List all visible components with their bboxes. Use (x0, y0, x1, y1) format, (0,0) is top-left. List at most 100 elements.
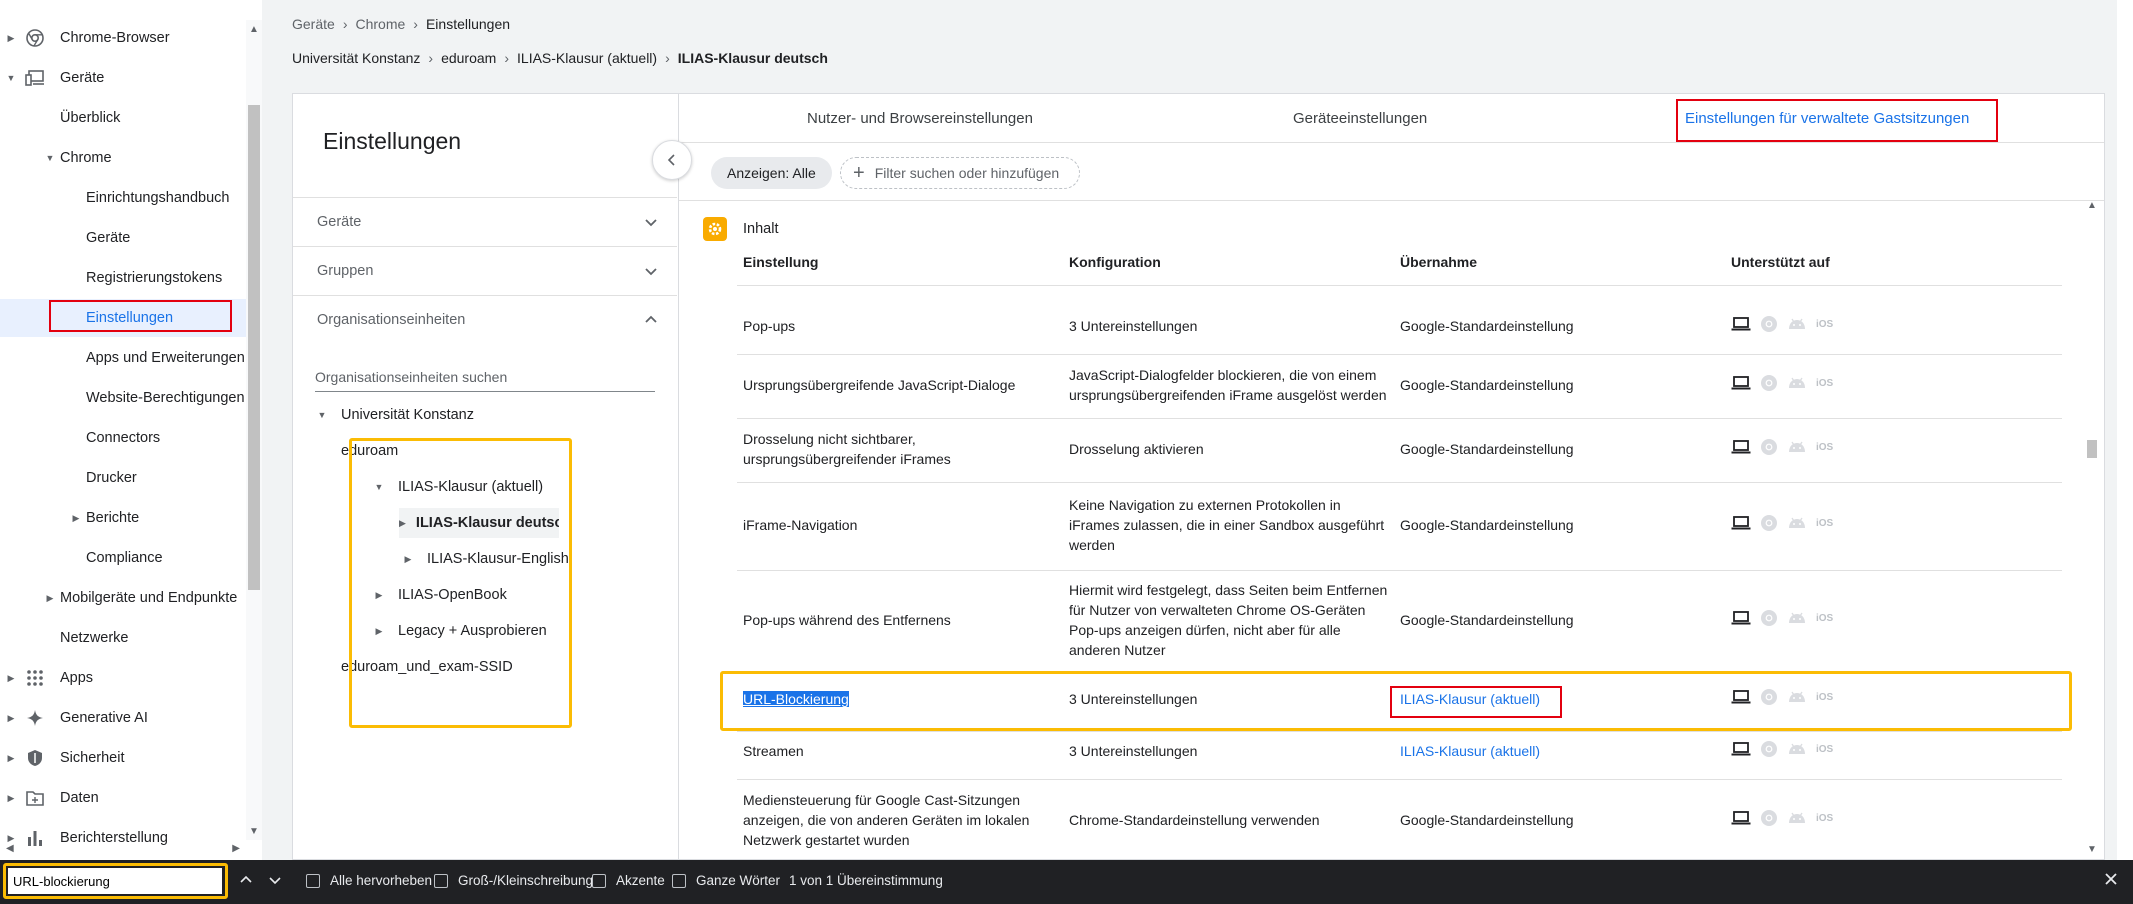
scroll-up-icon[interactable]: ▲ (248, 24, 260, 35)
nav-registration-tokens[interactable]: Registrierungstokens (0, 259, 246, 297)
android-icon (1787, 317, 1807, 331)
tab-device[interactable]: Geräteeinstellungen (1293, 94, 1427, 142)
settings-scrollbar[interactable]: ▲ ▼ (2084, 200, 2100, 858)
ios-icon: iOS (1816, 377, 1834, 389)
tree-item-university[interactable]: ▼ Universität Konstanz (313, 400, 474, 430)
page-scrollbar[interactable] (2117, 0, 2133, 860)
expand-caret-icon[interactable]: ▶ (71, 513, 81, 524)
inheritance-value: Google-Standardeinstellung (1400, 318, 1574, 334)
setting-name[interactable]: Mediensteuerung für Google Cast-Sitzunge… (743, 790, 1053, 850)
expand-caret-icon[interactable]: ▶ (6, 793, 16, 804)
collapse-caret-icon[interactable]: ▼ (313, 410, 331, 420)
collapse-panel-button[interactable] (652, 140, 692, 180)
column-header-config: Konfiguration (1069, 254, 1161, 270)
match-case-checkbox[interactable]: Groß-/Kleinschreibung (434, 873, 593, 888)
nav-networks[interactable]: Netzwerke (0, 619, 246, 657)
scroll-right-icon[interactable]: ▶ (232, 843, 240, 854)
panel-title: Einstellungen (323, 128, 462, 154)
filter-chip[interactable]: Anzeigen: Alle (711, 157, 832, 189)
collapse-caret-icon[interactable]: ▼ (6, 73, 16, 83)
scroll-down-icon[interactable]: ▼ (248, 826, 260, 837)
setting-name[interactable]: Pop-ups (743, 316, 1053, 336)
find-previous-button[interactable] (238, 872, 254, 888)
content-gear-icon (703, 217, 727, 241)
shield-icon (24, 747, 46, 769)
nav-overview[interactable]: Überblick (0, 99, 246, 137)
expand-caret-icon[interactable]: ▶ (6, 753, 16, 764)
scroll-up-icon[interactable]: ▲ (2086, 200, 2098, 211)
nav-label: Registrierungstokens (86, 270, 223, 286)
sidebar-horizontal-scrollbar[interactable]: ◀ ▶ (0, 836, 246, 860)
org-unit-search-input[interactable]: Organisationseinheiten suchen (315, 362, 655, 392)
whole-words-checkbox[interactable]: Ganze Wörter (672, 873, 780, 888)
breadcrumb-ilias-current[interactable]: ILIAS-Klausur (aktuell) (517, 50, 657, 66)
breadcrumb-eduroam[interactable]: eduroam (441, 50, 496, 66)
setting-name[interactable]: Pop-ups während des Entfernens (743, 610, 1053, 630)
collapse-caret-icon[interactable]: ▼ (45, 153, 55, 163)
checkbox[interactable] (592, 873, 606, 888)
find-next-button[interactable] (267, 872, 283, 888)
setting-name[interactable]: iFrame-Navigation (743, 515, 1053, 535)
scrollbar-thumb[interactable] (248, 105, 260, 590)
setting-config: 3 Untereinstellungen (1069, 316, 1399, 336)
accordion-org-units[interactable]: Organisationseinheiten (293, 295, 677, 344)
breadcrumb-university[interactable]: Universität Konstanz (292, 50, 420, 66)
nav-chrome[interactable]: ▼ Chrome (0, 139, 246, 177)
setting-name[interactable]: Ursprungsübergreifende JavaScript-Dialog… (743, 375, 1053, 395)
scroll-left-icon[interactable]: ◀ (6, 843, 14, 854)
sidebar-scrollbar[interactable]: ▲ ▼ (246, 20, 262, 840)
highlight-all-checkbox[interactable]: Alle hervorheben (306, 873, 432, 888)
setting-text: Streamen (743, 743, 804, 759)
nav-website-permissions[interactable]: Website-Berechtigungen (0, 379, 246, 417)
checkbox-label: Alle hervorheben (330, 873, 433, 888)
expand-caret-icon[interactable]: ▶ (6, 33, 16, 44)
config-line: JavaScript-Dialogfelder blockieren, die … (1069, 367, 1377, 383)
nav-apps[interactable]: ▶ Apps (0, 659, 246, 697)
tabs-divider (679, 142, 2104, 143)
accordion-devices[interactable]: Geräte (293, 197, 677, 246)
column-header-setting: Einstellung (743, 254, 819, 270)
nav-apps-extensions[interactable]: Apps und Erweiterungen (0, 339, 246, 377)
chrome-browser-icon (1760, 315, 1778, 333)
nav-devices[interactable]: ▼ Geräte (0, 59, 246, 97)
annotation-yellow-box (349, 438, 572, 728)
nav-label: Apps und Erweiterungen (86, 350, 245, 366)
expand-caret-icon[interactable]: ▶ (6, 713, 16, 724)
inheritance-link[interactable]: ILIAS-Klausur (aktuell) (1400, 741, 1540, 761)
setting-name[interactable]: Drosselung nicht sichtbarer, ursprungsüb… (743, 429, 1053, 469)
expand-caret-icon[interactable]: ▶ (6, 673, 16, 684)
chevron-right-icon: › (504, 50, 510, 66)
add-filter-button[interactable]: + Filter suchen oder hinzufügen (840, 157, 1080, 189)
close-find-bar-button[interactable] (2104, 872, 2118, 886)
nav-chrome-browser[interactable]: ▶ Chrome-Browser (0, 19, 246, 57)
scrollbar-thumb[interactable] (2087, 440, 2097, 458)
nav-reports[interactable]: ▶ Berichte (0, 499, 246, 537)
checkbox[interactable] (306, 873, 320, 888)
android-icon (1787, 742, 1807, 756)
breadcrumb-devices[interactable]: Geräte (292, 16, 335, 32)
diacritics-checkbox[interactable]: Akzente (592, 873, 665, 888)
accordion-label: Geräte (317, 214, 362, 230)
setting-name[interactable]: Streamen (743, 741, 1053, 761)
nav-printers[interactable]: Drucker (0, 459, 246, 497)
nav-mobile[interactable]: ▶ Mobilgeräte und Endpunkte (0, 579, 246, 617)
ios-icon: iOS (1816, 441, 1834, 453)
nav-security[interactable]: ▶ Sicherheit (0, 739, 246, 777)
nav-generative-ai[interactable]: ▶ Generative AI (0, 699, 246, 737)
platform-support: iOS (1731, 809, 1833, 827)
config-line: Pop-ups anzeigen dürfen, nicht aber für … (1069, 622, 1341, 638)
accordion-groups[interactable]: Gruppen (293, 246, 677, 295)
checkbox[interactable] (434, 873, 448, 888)
nav-connectors[interactable]: Connectors (0, 419, 246, 457)
expand-caret-icon[interactable]: ▶ (45, 593, 55, 604)
nav-data[interactable]: ▶ Daten (0, 779, 246, 817)
breadcrumb-chrome[interactable]: Chrome (355, 16, 405, 32)
scroll-down-icon[interactable]: ▼ (2086, 844, 2098, 855)
nav-chrome-devices[interactable]: Geräte (0, 219, 246, 257)
android-icon (1787, 811, 1807, 825)
nav-compliance[interactable]: Compliance (0, 539, 246, 577)
config-line: Chrome-Standardeinstellung verwenden (1069, 812, 1320, 828)
tab-user-browser[interactable]: Nutzer- und Browsereinstellungen (807, 94, 1033, 142)
nav-setup-guide[interactable]: Einrichtungshandbuch (0, 179, 246, 217)
checkbox[interactable] (672, 873, 686, 888)
